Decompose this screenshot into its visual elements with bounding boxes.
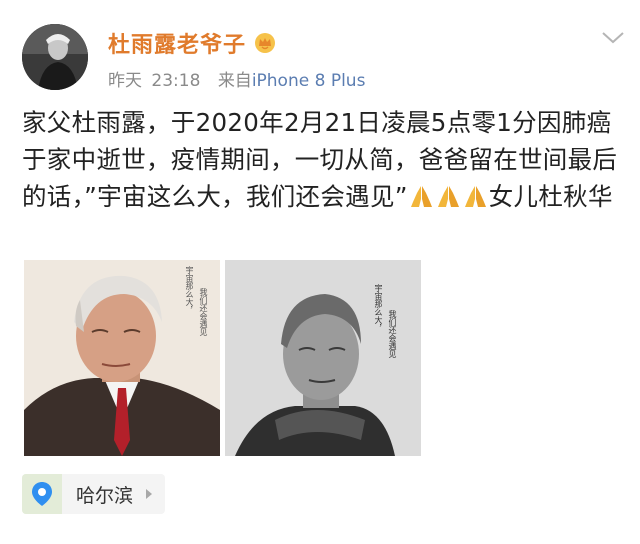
location-name: 哈尔滨: [76, 484, 134, 507]
praying-hands-emoji: [437, 186, 459, 207]
image-caption-line-2: 我们还会遇见: [199, 288, 208, 336]
avatar[interactable]: [22, 24, 88, 90]
post-signature: 女儿杜秋华: [488, 182, 613, 211]
post-image-1[interactable]: 宇宙那么大， 我们还会遇见: [24, 260, 220, 456]
chevron-right-icon: [146, 489, 153, 499]
post-meta: 昨天 23:18 来自iPhone 8 Plus: [108, 66, 365, 91]
location-pin-box: [22, 474, 62, 514]
praying-hands-emoji: [464, 186, 486, 207]
portrait-photo-bw: [225, 260, 421, 456]
location-tag[interactable]: 哈尔滨: [22, 474, 166, 514]
avatar-photo: [22, 24, 88, 90]
post-text: 家父杜雨露，于2020年2月21日凌晨5点零1分因肺癌于家中逝世，疫情期间，一切…: [22, 104, 622, 215]
post-time: 23:18: [151, 71, 201, 91]
image-caption-line-1: 宇宙那么大，: [185, 266, 194, 314]
post-image-2[interactable]: 宇宙那么大， 我们还会遇见: [225, 260, 421, 456]
image-caption-line-1: 宇宙那么大，: [374, 284, 383, 332]
post-date: 昨天: [108, 71, 142, 91]
vip-crown-icon[interactable]: [254, 32, 276, 54]
source-device[interactable]: iPhone 8 Plus: [252, 71, 366, 91]
map-pin-icon: [32, 482, 52, 506]
username[interactable]: 杜雨露老爷子: [108, 27, 246, 59]
image-caption-line-2: 我们还会遇见: [388, 310, 397, 358]
post-quote: ”宇宙这么大，我们还会遇见”: [84, 182, 408, 211]
praying-hands-emoji: [410, 186, 432, 207]
chevron-down-icon[interactable]: [600, 28, 626, 48]
username-row: 杜雨露老爷子: [108, 26, 276, 60]
weibo-post: 杜雨露老爷子 昨天 23:18 来自iPhone 8 Plus 家父杜雨露，于2…: [0, 0, 640, 544]
source-prefix: 来自: [217, 71, 252, 91]
